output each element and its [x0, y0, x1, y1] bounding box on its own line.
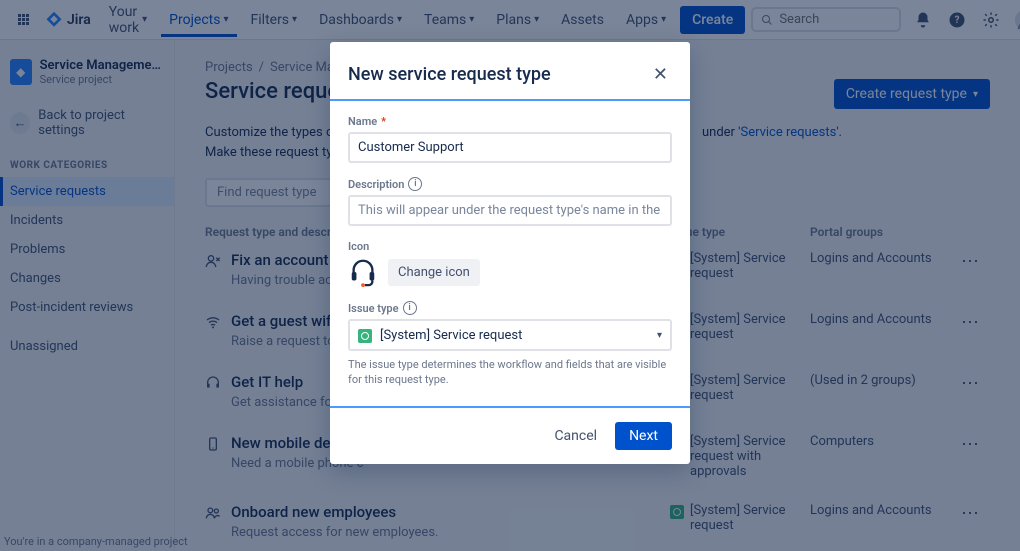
change-icon-button[interactable]: Change icon	[388, 259, 480, 286]
info-icon[interactable]: i	[403, 301, 417, 315]
next-button[interactable]: Next	[615, 422, 672, 450]
issue-type-icon	[358, 329, 372, 343]
icon-label: Icon	[348, 240, 672, 253]
new-request-type-dialog: New service request type ✕ Name* Descrip…	[330, 42, 690, 464]
dialog-title: New service request type	[348, 64, 551, 85]
issue-type-select[interactable]: [System] Service request ▾	[348, 319, 672, 351]
description-label: Description i	[348, 177, 672, 191]
issue-type-helper: The issue type determines the workflow a…	[348, 357, 672, 388]
name-input[interactable]	[348, 132, 672, 163]
cancel-button[interactable]: Cancel	[544, 422, 607, 450]
chevron-down-icon: ▾	[657, 330, 662, 341]
headset-icon	[348, 257, 378, 287]
info-icon[interactable]: i	[408, 177, 422, 191]
close-icon[interactable]: ✕	[649, 60, 672, 89]
modal-overlay: New service request type ✕ Name* Descrip…	[0, 0, 1020, 551]
name-label: Name*	[348, 115, 672, 128]
issue-type-label: Issue type i	[348, 301, 672, 315]
description-input[interactable]	[348, 195, 672, 226]
